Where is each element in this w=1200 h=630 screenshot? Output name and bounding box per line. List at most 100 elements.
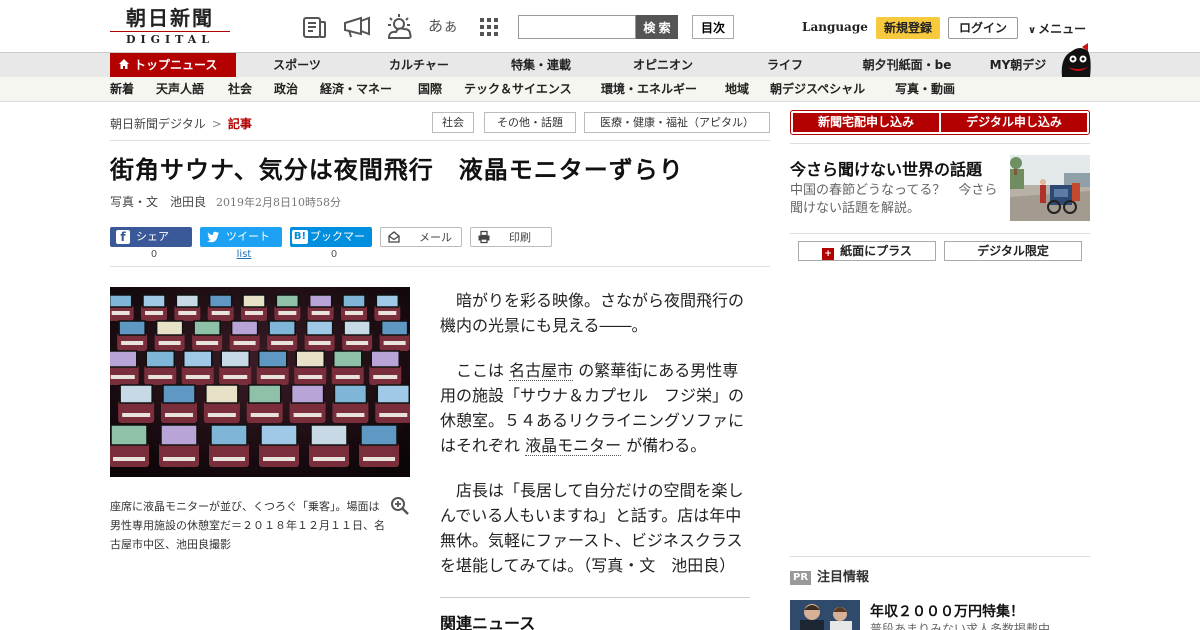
monitor-screen [360, 424, 398, 446]
promo-image[interactable] [1010, 155, 1090, 221]
digital-only-button[interactable]: デジタル限定 [944, 241, 1082, 261]
paper-plus-button[interactable]: + 紙面にプラス [798, 241, 936, 261]
search-button[interactable]: 検 索 [636, 15, 678, 39]
breadcrumb-home[interactable]: 朝日新聞デジタル [110, 117, 206, 131]
seat-back [118, 401, 155, 423]
subnav-item-society[interactable]: 社会 [228, 77, 252, 101]
tag-society[interactable]: 社会 [432, 112, 474, 133]
hatena-bookmark-button[interactable]: B! ブックマーク [290, 227, 372, 263]
nav-item-life[interactable]: ライフ [738, 53, 832, 77]
mascot-icon[interactable] [1058, 43, 1092, 79]
monitor-screen [305, 320, 334, 336]
pr-title[interactable]: 年収２０００万円特集！ [870, 601, 1024, 621]
monitor-screen [268, 320, 296, 336]
headrest-cover [308, 341, 331, 345]
monitor-screen [118, 320, 146, 336]
seat-back [159, 443, 199, 467]
seat-back [209, 443, 249, 467]
article-title: 街角サウナ、気分は夜間飛行 液晶モニターずらり [110, 156, 684, 184]
print-button[interactable]: 印刷 [470, 227, 552, 247]
subnav-item-tenseijingo[interactable]: 天声人語 [156, 77, 204, 101]
tag-health[interactable]: 医療・健康・福祉（アピタル） [584, 112, 770, 133]
search-input[interactable] [518, 15, 636, 39]
subnav-item-tech[interactable]: テック＆サイエンス [464, 77, 572, 101]
monitor-screen [370, 350, 400, 368]
monitor-screen [220, 350, 250, 368]
subnav-item-region[interactable]: 地域 [725, 77, 749, 101]
monitor-screen [155, 320, 184, 336]
headrest-cover [336, 413, 365, 417]
delivery-subscribe-button[interactable]: 新聞宅配申し込み [793, 113, 939, 132]
headrest-cover [211, 311, 230, 315]
seat-back [259, 443, 299, 467]
headrest-cover [110, 375, 135, 379]
headrest-cover [278, 311, 297, 315]
headrest-cover [298, 375, 323, 379]
headrest-cover [378, 311, 397, 315]
twitter-list-link[interactable]: list [200, 249, 288, 260]
pr-subtitle[interactable]: 普段あまりみない求人多数掲載中 [870, 620, 1050, 630]
printer-icon [477, 230, 491, 244]
subnav-item-environment[interactable]: 環境・エネルギー [601, 77, 697, 101]
divider [790, 233, 1090, 234]
language-link[interactable]: Language [802, 20, 868, 34]
seat-back [309, 443, 349, 467]
monitor-screen [310, 424, 348, 446]
divider [790, 143, 1090, 144]
monitor-screen [160, 424, 198, 446]
seat-back [246, 401, 283, 423]
paragraph-1: 暗がりを彩る映像。さながら夜間飛行の機内の光景にも見える――。 [440, 291, 745, 335]
breadcrumb-current: 記事 [227, 117, 252, 131]
seat-back [203, 401, 240, 423]
nav-item-opinion[interactable]: オピニオン [616, 53, 710, 77]
zoom-icon[interactable] [390, 496, 410, 516]
nav-item-sports[interactable]: スポーツ [252, 53, 342, 77]
site-logo[interactable]: 朝日新聞 DIGITAL [110, 6, 230, 48]
promo-title[interactable]: 今さら聞けない世界の話題 [790, 156, 982, 180]
headrest-cover [122, 413, 151, 417]
monitor-screen [205, 384, 239, 404]
tag-misc-topics[interactable]: その他・話題 [484, 112, 576, 133]
subnav-item-special[interactable]: 朝デジスペシャル [770, 77, 865, 101]
apps-grid-icon[interactable] [474, 12, 504, 42]
promo-text[interactable]: 中国の春節どうなってる？ 今さら聞けない話題を解説。 [790, 182, 1002, 218]
weather-icon[interactable] [384, 12, 414, 42]
headrest-cover [196, 341, 219, 345]
facebook-share-button[interactable]: f シェア [110, 227, 192, 247]
logo-en: DIGITAL [110, 31, 230, 46]
monitor-screen [230, 320, 259, 336]
headrest-cover [313, 457, 345, 461]
article-body: 暗がりを彩る映像。さながら夜間飛行の機内の光景にも見える――。 ここは 名古屋市… [440, 288, 752, 598]
subnav-item-new[interactable]: 新着 [110, 77, 134, 101]
menu-button[interactable]: ∨ メニュー [1028, 20, 1086, 37]
subnav-item-economy[interactable]: 経済・マネー [320, 77, 392, 101]
mail-button[interactable]: メール [380, 227, 462, 247]
subnav-item-politics[interactable]: 政治 [274, 77, 298, 101]
nav-item-my-asadigi[interactable]: MY朝デジ [978, 53, 1058, 77]
paper-plus-label: 紙面にプラス [840, 244, 912, 258]
monitor-screen [247, 384, 282, 404]
index-button[interactable]: 目次 [692, 15, 734, 39]
megaphone-icon[interactable] [342, 12, 372, 42]
login-button[interactable]: ログイン [948, 17, 1018, 39]
monitor-screen [342, 294, 366, 308]
nav-item-paper[interactable]: 朝夕刊紙面・be [852, 53, 962, 77]
pr-image[interactable] [790, 600, 860, 630]
text-size-icon[interactable]: あぁ [428, 12, 458, 42]
subnav-item-photo-video[interactable]: 写真・動画 [895, 77, 955, 101]
link-lcd-monitor[interactable]: 液晶モニター [525, 436, 622, 456]
newspaper-icon[interactable] [300, 12, 330, 42]
subnav-item-international[interactable]: 国際 [418, 77, 442, 101]
nav-item-top-news[interactable]: トップニュース [110, 53, 236, 78]
nav-item-culture[interactable]: カルチャー [372, 53, 466, 77]
related-news-heading: 関連ニュース [440, 614, 536, 630]
nav-item-features[interactable]: 特集・連載 [494, 53, 588, 77]
headrest-cover [111, 311, 130, 315]
digital-subscribe-button[interactable]: デジタル申し込み [941, 113, 1087, 132]
article-photo[interactable] [110, 287, 410, 477]
twitter-share-button[interactable]: ツイート [200, 227, 282, 247]
link-nagoya[interactable]: 名古屋市 [509, 361, 574, 381]
register-button[interactable]: 新規登録 [876, 17, 940, 39]
headrest-cover [163, 457, 195, 461]
monitor-screen [308, 294, 333, 308]
